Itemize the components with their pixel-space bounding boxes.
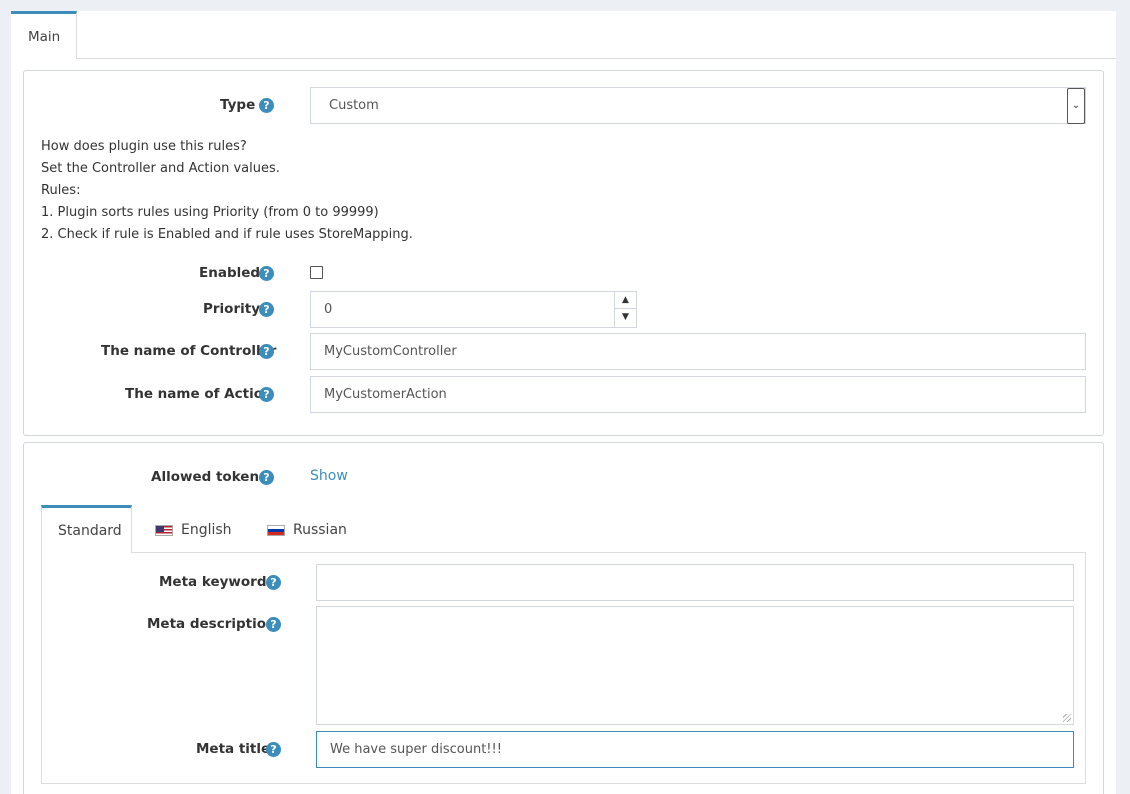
tab-english[interactable]: English — [155, 522, 232, 538]
enabled-checkbox[interactable] — [310, 266, 323, 279]
tokens-help-icon[interactable]: ? — [259, 470, 274, 485]
controller-label: The name of Controller — [101, 343, 277, 359]
priority-help-icon[interactable]: ? — [259, 302, 274, 317]
tab-standard-label: Standard — [58, 522, 122, 539]
tab-standard[interactable]: Standard — [41, 505, 132, 553]
info-line: Rules: — [41, 183, 81, 198]
action-help-icon[interactable]: ? — [259, 387, 274, 402]
type-label: Type — [220, 97, 256, 113]
priority-spinner[interactable]: ▲ ▼ — [614, 292, 636, 328]
show-tokens-link[interactable]: Show — [310, 468, 348, 484]
priority-value: 0 — [324, 302, 333, 317]
controller-input[interactable]: MyCustomController — [310, 333, 1086, 370]
us-flag-icon — [155, 524, 173, 536]
chevron-down-icon[interactable]: ⌄ — [1067, 88, 1085, 124]
tab-russian-label: Russian — [293, 522, 347, 538]
meta-title-label: Meta title — [196, 741, 271, 757]
action-label: The name of Action — [125, 386, 273, 402]
meta-keywords-help-icon[interactable]: ? — [266, 575, 281, 590]
meta-description-textarea[interactable] — [316, 606, 1074, 725]
ru-flag-icon — [267, 524, 285, 536]
info-line: 1. Plugin sorts rules using Priority (fr… — [41, 205, 379, 220]
action-value: MyCustomerAction — [324, 387, 447, 402]
spin-up-icon[interactable]: ▲ — [615, 292, 636, 309]
meta-description-label: Meta description — [147, 616, 276, 632]
meta-keywords-label: Meta keywords — [159, 574, 275, 590]
info-line: Set the Controller and Action values. — [41, 161, 280, 176]
controller-help-icon[interactable]: ? — [259, 344, 274, 359]
tab-english-label: English — [181, 522, 232, 538]
enabled-label: Enabled — [199, 265, 261, 281]
meta-title-help-icon[interactable]: ? — [266, 742, 281, 757]
spin-down-icon[interactable]: ▼ — [615, 309, 636, 326]
info-line: 2. Check if rule is Enabled and if rule … — [41, 227, 413, 242]
meta-title-value: We have super discount!!! — [330, 742, 502, 757]
priority-label: Priority — [203, 301, 260, 317]
meta-description-help-icon[interactable]: ? — [266, 617, 281, 632]
priority-input[interactable]: 0 ▲ ▼ — [310, 291, 637, 328]
type-select[interactable]: Custom ⌄ — [310, 87, 1086, 124]
locale-tab-divider — [132, 552, 1086, 553]
type-select-value: Custom — [329, 98, 379, 113]
tab-russian[interactable]: Russian — [267, 522, 347, 538]
action-input[interactable]: MyCustomerAction — [310, 376, 1086, 413]
enabled-help-icon[interactable]: ? — [259, 266, 274, 281]
resize-grip-icon[interactable] — [1063, 714, 1071, 722]
rules-info: How does plugin use this rules? Set the … — [41, 136, 413, 246]
tokens-label: Allowed tokens — [151, 469, 268, 485]
info-line: How does plugin use this rules? — [41, 139, 247, 154]
tab-main[interactable]: Main — [11, 11, 77, 59]
meta-title-input[interactable]: We have super discount!!! — [316, 731, 1074, 768]
type-help-icon[interactable]: ? — [259, 98, 274, 113]
controller-value: MyCustomController — [324, 344, 457, 359]
meta-keywords-input[interactable] — [316, 564, 1074, 601]
tab-divider — [77, 58, 1116, 59]
